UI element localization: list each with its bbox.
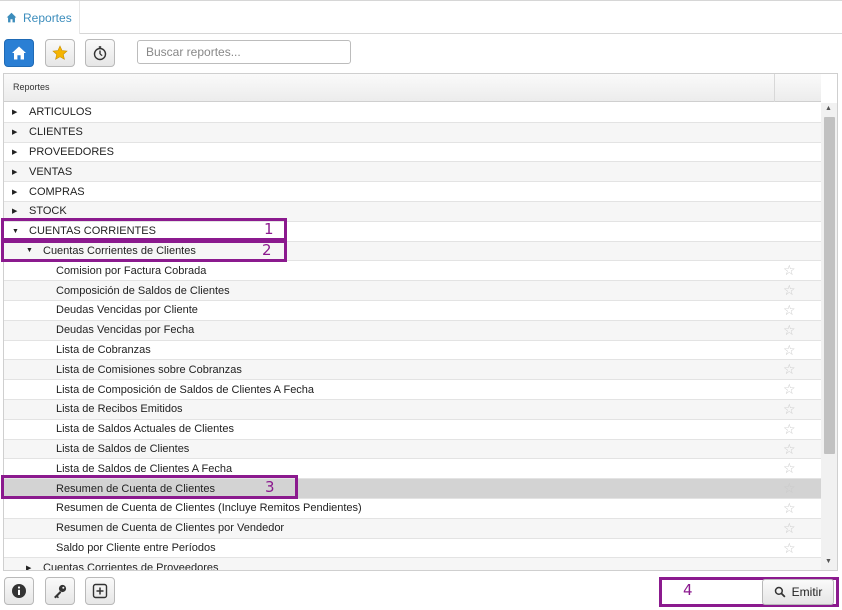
favorites-button[interactable]: [45, 39, 75, 67]
emit-button[interactable]: Emitir: [762, 579, 834, 605]
stopwatch-icon: [93, 46, 107, 61]
scroll-down-icon[interactable]: ▼: [825, 558, 834, 565]
annotation-label-4: 4: [683, 581, 693, 599]
info-button[interactable]: [4, 577, 34, 605]
row-label: Lista de Saldos Actuales de Clientes: [56, 423, 234, 436]
expand-all-button[interactable]: [85, 577, 115, 605]
home-button[interactable]: [4, 39, 34, 67]
row-label: Lista de Composición de Saldos de Client…: [56, 383, 315, 396]
favorite-star-icon[interactable]: ☆: [783, 541, 796, 557]
row-label: CLIENTES: [29, 126, 83, 139]
annotation-label-2: 2: [262, 241, 272, 259]
row-label: Deudas Vencidas por Fecha: [56, 324, 195, 337]
tab-bar: Reportes: [0, 0, 842, 34]
star-icon: [52, 45, 68, 60]
category-row[interactable]: ▶ ARTICULOS: [4, 103, 821, 123]
recent-button[interactable]: [85, 39, 115, 67]
category-row[interactable]: ▶ VENTAS: [4, 162, 821, 183]
caret-right-icon[interactable]: ▶: [12, 207, 22, 215]
report-row[interactable]: Resumen de Cuenta de Clientes por Vended…: [4, 518, 821, 539]
grid-rows: ▶ ARTICULOS ▶ CLIENTES ▶ PROVEEDORES ▶ VENTAS ▶ C…: [4, 103, 821, 571]
category-row[interactable]: ▶ Cuentas Corrientes de Proveedores: [4, 558, 821, 571]
caret-right-icon[interactable]: ▶: [12, 148, 22, 156]
annotation-label-1: 1: [264, 220, 274, 238]
report-row[interactable]: Lista de Saldos Actuales de Clientes ☆: [4, 420, 821, 440]
report-row[interactable]: Lista de Cobranzas ☆: [4, 341, 821, 361]
row-label: Saldo por Cliente entre Períodos: [56, 541, 216, 554]
favorite-star-icon[interactable]: ☆: [783, 422, 796, 438]
favorite-star-icon[interactable]: ☆: [783, 521, 796, 537]
row-label: Lista de Comisiones sobre Cobranzas: [56, 363, 242, 376]
favorite-star-icon[interactable]: ☆: [783, 263, 796, 279]
row-label: Resumen de Cuenta de Clientes (Incluye R…: [56, 502, 362, 515]
favorite-star-icon[interactable]: ☆: [783, 481, 796, 497]
favorite-star-icon[interactable]: ☆: [783, 461, 796, 477]
report-row[interactable]: Lista de Saldos de Clientes ☆: [4, 439, 821, 460]
key-icon: [54, 584, 67, 599]
plus-square-icon: [92, 583, 108, 599]
favorite-star-icon[interactable]: ☆: [783, 343, 796, 359]
row-label: Cuentas Corrientes de Proveedores: [43, 561, 219, 571]
report-row[interactable]: Saldo por Cliente entre Períodos ☆: [4, 539, 821, 559]
scroll-up-icon[interactable]: ▲: [825, 105, 834, 112]
row-label: Resumen de Cuenta de Clientes por Vended…: [56, 522, 285, 535]
scrollbar-thumb[interactable]: [824, 117, 835, 454]
report-row[interactable]: Composición de Saldos de Clientes ☆: [4, 281, 821, 301]
row-label: Comision por Factura Cobrada: [56, 264, 207, 277]
caret-right-icon[interactable]: ▶: [12, 188, 22, 196]
row-label: VENTAS: [29, 165, 73, 178]
emit-label: Emitir: [791, 585, 823, 599]
favorite-star-icon[interactable]: ☆: [783, 442, 796, 458]
info-icon: [12, 584, 26, 598]
favorite-star-icon[interactable]: ☆: [783, 382, 796, 398]
favorite-star-icon[interactable]: ☆: [783, 501, 796, 517]
annotation-box-3: [1, 475, 298, 499]
row-label: Composición de Saldos de Clientes: [56, 284, 230, 297]
report-row[interactable]: Lista de Comisiones sobre Cobranzas ☆: [4, 360, 821, 381]
search-input[interactable]: [137, 40, 351, 64]
favorite-star-icon[interactable]: ☆: [783, 283, 796, 299]
caret-right-icon[interactable]: ▶: [12, 128, 22, 136]
caret-right-icon[interactable]: ▶: [26, 564, 36, 570]
row-label: STOCK: [29, 205, 67, 218]
row-label: Deudas Vencidas por Cliente: [56, 304, 198, 317]
row-label: Lista de Cobranzas: [56, 343, 151, 356]
row-label: Lista de Recibos Emitidos: [56, 403, 183, 416]
column-divider: [774, 74, 775, 102]
favorite-star-icon[interactable]: ☆: [783, 303, 796, 319]
favorite-star-icon[interactable]: ☆: [783, 402, 796, 418]
annotation-box-2: [1, 240, 287, 262]
category-row[interactable]: ▶ PROVEEDORES: [4, 143, 821, 163]
row-label: Lista de Saldos de Clientes: [56, 442, 190, 455]
home-icon: [6, 12, 17, 23]
row-label: ARTICULOS: [29, 106, 92, 119]
category-row[interactable]: ▶ COMPRAS: [4, 182, 821, 202]
report-row[interactable]: Resumen de Cuenta de Clientes (Incluye R…: [4, 499, 821, 519]
reports-window: Reportes Reportes ▶ ARTICULOS ▶ CLIENTES ▶ PR…: [0, 0, 842, 610]
favorite-star-icon[interactable]: ☆: [783, 362, 796, 378]
report-row[interactable]: Lista de Recibos Emitidos ☆: [4, 399, 821, 420]
report-row[interactable]: Deudas Vencidas por Cliente ☆: [4, 301, 821, 321]
row-label: Lista de Saldos de Clientes A Fecha: [56, 462, 233, 475]
caret-right-icon[interactable]: ▶: [12, 108, 22, 116]
report-row[interactable]: Lista de Composición de Saldos de Client…: [4, 380, 821, 400]
annotation-box-1: [1, 218, 287, 241]
report-row[interactable]: Deudas Vencidas por Fecha ☆: [4, 320, 821, 341]
home-icon: [12, 46, 26, 60]
grid-header: Reportes: [4, 74, 821, 102]
column-header-reportes: Reportes: [13, 82, 50, 92]
key-button[interactable]: [45, 577, 75, 605]
search-icon: [774, 586, 786, 598]
row-label: PROVEEDORES: [29, 145, 114, 158]
caret-right-icon[interactable]: ▶: [12, 168, 22, 176]
favorite-star-icon[interactable]: ☆: [783, 323, 796, 339]
report-row[interactable]: Comision por Factura Cobrada ☆: [4, 261, 821, 282]
annotation-label-3: 3: [265, 478, 275, 496]
vertical-scrollbar[interactable]: ▲ ▼: [821, 103, 837, 570]
tab-label: Reportes: [23, 10, 72, 25]
category-row[interactable]: ▶ CLIENTES: [4, 122, 821, 143]
row-label: COMPRAS: [29, 185, 85, 198]
tab-reportes[interactable]: Reportes: [0, 1, 80, 34]
